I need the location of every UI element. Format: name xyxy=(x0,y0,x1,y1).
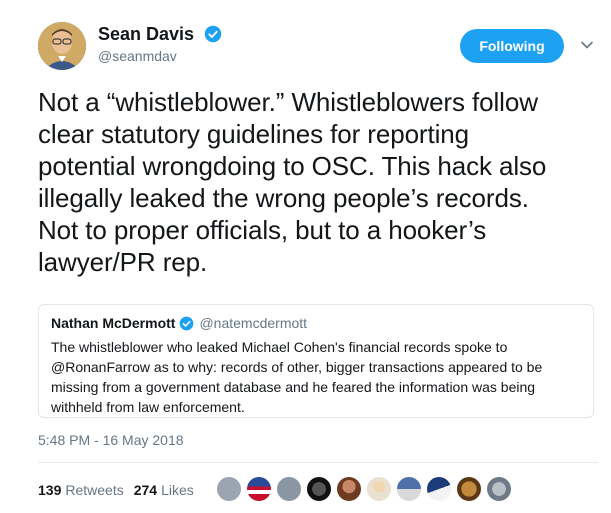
quoted-author-handle: @natemcdermott xyxy=(199,315,308,331)
retweets-count: 139 xyxy=(38,482,62,498)
quoted-author-name: Nathan McDermott xyxy=(51,315,176,331)
liker-avatar[interactable] xyxy=(366,476,392,502)
liker-avatar[interactable] xyxy=(396,476,422,502)
liker-avatar[interactable] xyxy=(306,476,332,502)
author-handle[interactable]: @seanmdav xyxy=(98,48,222,64)
author-info: Sean Davis @seanmdav xyxy=(98,23,222,64)
liker-avatar[interactable] xyxy=(456,476,482,502)
retweets-label: Retweets xyxy=(65,482,124,498)
chevron-down-icon[interactable] xyxy=(580,38,594,52)
author-avatar[interactable] xyxy=(38,22,86,70)
likers-avatars xyxy=(216,476,516,502)
liker-avatar[interactable] xyxy=(246,476,272,502)
liker-avatar[interactable] xyxy=(216,476,242,502)
author-name[interactable]: Sean Davis xyxy=(98,23,194,45)
liker-avatar[interactable] xyxy=(276,476,302,502)
tweet-text: Not a “whistleblower.” Whistleblowers fo… xyxy=(38,87,547,277)
liker-avatar[interactable] xyxy=(426,476,452,502)
liker-avatar[interactable] xyxy=(336,476,362,502)
quoted-verified-badge-icon xyxy=(180,316,194,330)
likes-label: Likes xyxy=(161,482,194,498)
retweets-stat[interactable]: 139 Retweets xyxy=(38,482,124,498)
quoted-tweet-text: The whistleblower who leaked Michael Coh… xyxy=(51,339,543,415)
tweet-timestamp[interactable]: 5:48 PM - 16 May 2018 xyxy=(38,432,184,448)
likes-count: 274 xyxy=(133,482,158,498)
verified-badge-icon xyxy=(204,25,221,43)
liker-avatar[interactable] xyxy=(486,476,512,502)
likes-stat[interactable]: 274 Likes xyxy=(134,482,194,498)
tweet-stats: 139 Retweets 274 Likes xyxy=(38,482,204,498)
quoted-tweet-header: Nathan McDermott @natemcdermott xyxy=(51,315,581,331)
following-button[interactable]: Following xyxy=(460,29,564,63)
divider xyxy=(38,462,598,463)
quoted-tweet[interactable]: Nathan McDermott @natemcdermott The whis… xyxy=(38,304,594,418)
